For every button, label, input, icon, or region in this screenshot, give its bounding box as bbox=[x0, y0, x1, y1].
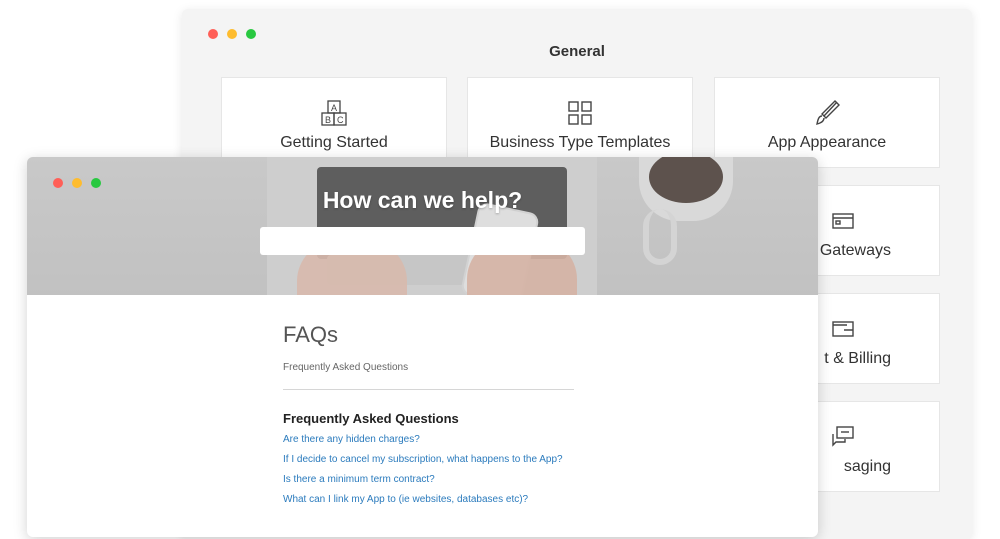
chat-icon bbox=[830, 424, 856, 450]
card-label: App Appearance bbox=[767, 134, 887, 151]
page-title: FAQs bbox=[283, 322, 339, 347]
svg-text:A: A bbox=[331, 103, 337, 113]
hero-banner bbox=[27, 157, 818, 295]
faq-content: FAQs Frequently Asked Questions Frequent… bbox=[283, 322, 583, 505]
faq-window: How can we help? FAQs Frequently Asked Q… bbox=[27, 157, 818, 537]
card-business-type-templates[interactable]: Business Type Templates bbox=[467, 77, 693, 168]
faq-link[interactable]: What can I link my App to (ie websites, … bbox=[283, 494, 583, 505]
wallet-icon bbox=[830, 316, 856, 342]
credit-card-icon bbox=[830, 208, 856, 234]
card-label: Getting Started bbox=[280, 134, 388, 151]
svg-text:B: B bbox=[325, 115, 331, 125]
close-window-button[interactable] bbox=[208, 29, 218, 39]
page-subtitle: Frequently Asked Questions bbox=[283, 362, 409, 373]
abc-blocks-icon: A B C bbox=[321, 100, 347, 126]
section-title-general: General bbox=[549, 43, 605, 60]
faq-link[interactable]: Is there a minimum term contract? bbox=[283, 474, 583, 485]
faq-link[interactable]: If I decide to cancel my subscription, w… bbox=[283, 454, 583, 465]
maximize-window-button[interactable] bbox=[246, 29, 256, 39]
paintbrush-icon bbox=[814, 100, 840, 126]
minimize-window-button[interactable] bbox=[227, 29, 237, 39]
grid-icon bbox=[567, 100, 593, 126]
card-label: saging bbox=[843, 458, 891, 475]
card-label: Business Type Templates bbox=[489, 134, 671, 151]
help-search-input[interactable] bbox=[260, 227, 585, 255]
card-getting-started[interactable]: A B C Getting Started bbox=[221, 77, 447, 168]
faq-link[interactable]: Are there any hidden charges? bbox=[283, 434, 583, 445]
svg-text:C: C bbox=[337, 115, 344, 125]
window-controls bbox=[208, 29, 256, 39]
faq-section-title: Frequently Asked Questions bbox=[283, 411, 459, 426]
card-label: t & Billing bbox=[824, 350, 891, 367]
card-app-appearance[interactable]: App Appearance bbox=[714, 77, 940, 168]
card-label: t Gateways bbox=[810, 242, 891, 259]
hero-title: How can we help? bbox=[322, 187, 523, 213]
divider bbox=[283, 389, 574, 390]
